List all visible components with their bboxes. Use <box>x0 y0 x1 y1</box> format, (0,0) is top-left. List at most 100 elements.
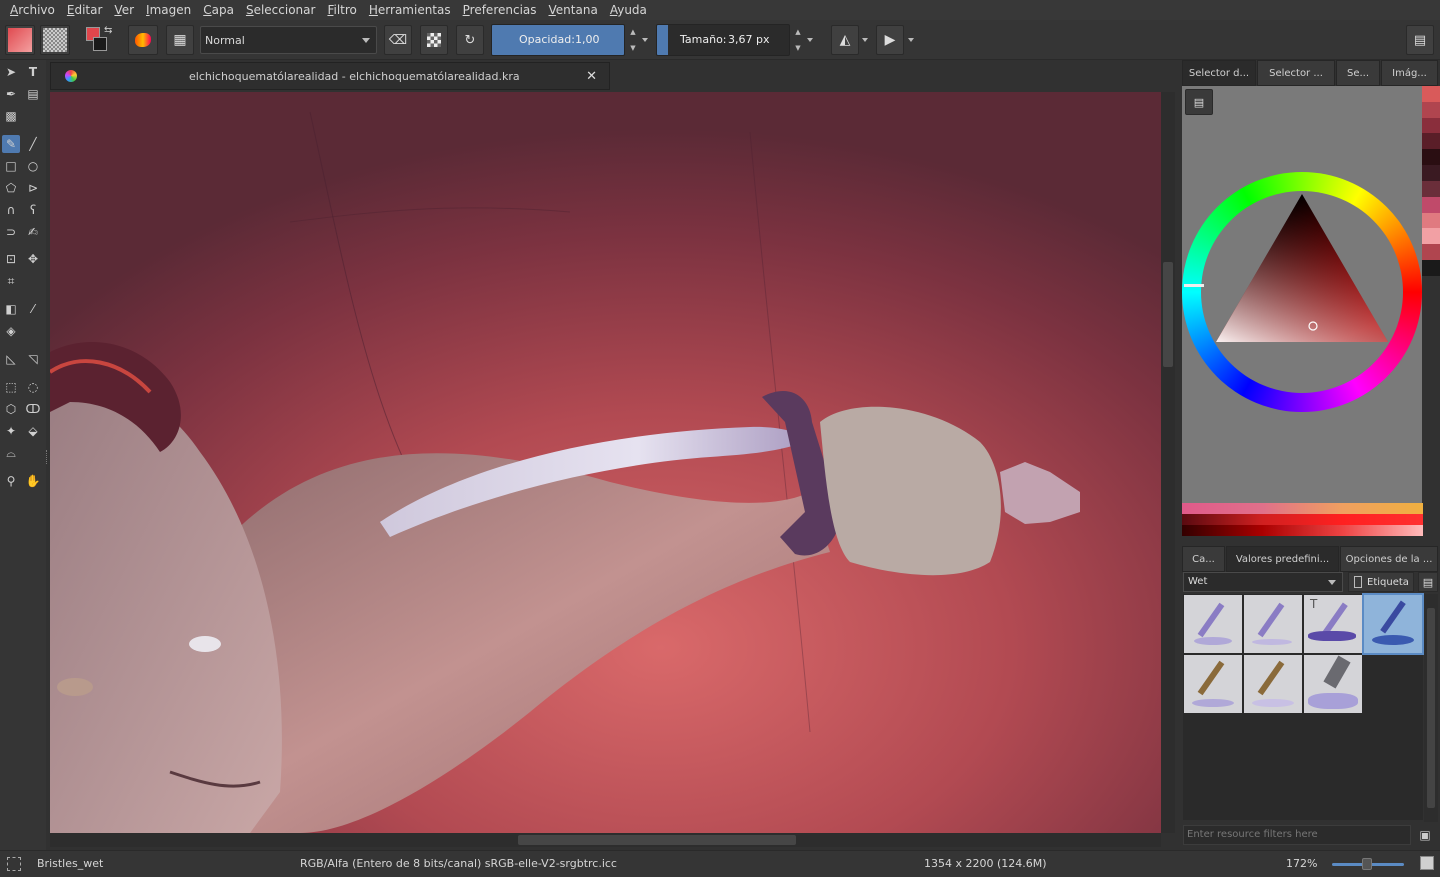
gradient-preset-button[interactable] <box>5 25 35 55</box>
freehand-path-tool-icon[interactable]: ʕ <box>24 201 42 219</box>
blend-mode-select[interactable]: Normal <box>200 26 377 54</box>
assistant-tool-icon[interactable]: ◺ <box>2 350 20 368</box>
brush-preset-tile[interactable] <box>1244 595 1302 653</box>
menu-ver[interactable]: Ver <box>108 0 140 20</box>
contiguous-select-tool-icon[interactable]: ✦ <box>2 422 20 440</box>
ellipse-tool-icon[interactable]: ○ <box>24 157 42 175</box>
menu-herramientas[interactable]: Herramientas <box>363 0 457 20</box>
preset-scrollbar[interactable] <box>1424 594 1438 822</box>
reload-preset-button[interactable]: ↻ <box>456 25 484 55</box>
close-icon[interactable]: ✕ <box>586 69 597 84</box>
canvas-vertical-scrollbar[interactable] <box>1161 92 1175 833</box>
mirror-horizontal-dropdown[interactable] <box>862 38 868 42</box>
preserve-alpha-button[interactable] <box>420 25 448 55</box>
zoom-slider-handle[interactable] <box>1362 858 1372 870</box>
tab-color-selector[interactable]: Selector ... <box>1257 60 1335 86</box>
tag-button[interactable]: Etiqueta <box>1348 572 1414 592</box>
scroll-thumb[interactable] <box>518 835 796 845</box>
selector-settings-button[interactable]: ▤ <box>1185 89 1213 115</box>
scroll-thumb[interactable] <box>1427 608 1435 808</box>
pattern-edit-tool-icon[interactable]: ▩ <box>2 107 20 125</box>
measure-tool-icon[interactable]: ◹ <box>24 350 42 368</box>
move-tool-icon[interactable]: ✥ <box>24 250 42 268</box>
workspace-button[interactable]: ▤ <box>1406 25 1434 55</box>
pixel-grid-icon[interactable] <box>1420 856 1434 870</box>
freehand-brush-tool-icon[interactable]: ✎ <box>2 135 20 153</box>
pan-tool-icon[interactable]: ✋ <box>24 472 42 490</box>
opacity-spinner[interactable]: ▲ ▼ <box>626 24 640 56</box>
tab-brush-categories[interactable]: Ca... <box>1182 546 1225 572</box>
left-splitter[interactable] <box>46 450 49 464</box>
hue-cursor[interactable] <box>1184 284 1204 287</box>
color-swatches[interactable]: ⇆ <box>84 25 116 55</box>
zoom-tool-icon[interactable]: ⚲ <box>2 472 20 490</box>
tab-images[interactable]: Imág... <box>1381 60 1438 86</box>
polygon-tool-icon[interactable]: ⬠ <box>2 179 20 197</box>
text-tool-icon[interactable]: T <box>24 63 42 81</box>
mirror-vertical-dropdown[interactable] <box>908 38 914 42</box>
menu-ayuda[interactable]: Ayuda <box>604 0 653 20</box>
rectangle-tool-icon[interactable]: □ <box>2 157 20 175</box>
color-wheel-triangle[interactable] <box>1182 86 1422 536</box>
opacity-dropdown-icon[interactable] <box>642 38 648 42</box>
menu-imagen[interactable]: Imagen <box>140 0 197 20</box>
brush-preset-tile[interactable] <box>1184 655 1242 713</box>
size-slider[interactable]: Tamaño: 3,67 px <box>656 24 790 56</box>
menu-filtro[interactable]: Filtro <box>321 0 362 20</box>
transform-tool-icon[interactable]: ⊡ <box>2 250 20 268</box>
opacity-slider[interactable]: Opacidad: 1,00 <box>491 24 625 56</box>
swap-colors-icon[interactable]: ⇆ <box>104 25 112 36</box>
tab-brush-presets[interactable]: Valores predefini... <box>1226 546 1339 572</box>
polygon-select-tool-icon[interactable]: ⬡ <box>2 400 20 418</box>
color-history[interactable] <box>1422 86 1440 276</box>
mirror-vertical-button[interactable]: ▶ <box>876 25 904 55</box>
gradient-tool-icon[interactable]: ◧ <box>2 300 20 318</box>
advanced-color-selector[interactable] <box>1182 86 1422 536</box>
brush-presets-button[interactable] <box>128 25 158 55</box>
brush-preset-tile[interactable] <box>1244 655 1302 713</box>
canvas[interactable] <box>50 92 1161 833</box>
brush-preset-tile[interactable]: T <box>1304 595 1362 653</box>
color-picker-tool-icon[interactable]: ⁄ <box>24 300 42 318</box>
menu-archivo[interactable]: Archivo <box>4 0 61 20</box>
line-tool-icon[interactable]: ╱ <box>24 135 42 153</box>
ellipse-select-tool-icon[interactable]: ◌ <box>24 378 42 396</box>
freehand-select-tool-icon[interactable]: ↀ <box>24 400 42 418</box>
canvas-horizontal-scrollbar[interactable] <box>50 833 1161 847</box>
tab-advanced-color-selector[interactable]: Selector d... <box>1182 60 1256 86</box>
menu-capa[interactable]: Capa <box>197 0 240 20</box>
background-color[interactable] <box>93 37 107 51</box>
value-strip[interactable] <box>1182 525 1423 536</box>
document-tab[interactable]: elchichoquematólarealidad - elchichoquem… <box>50 62 610 90</box>
pattern-button[interactable] <box>40 25 70 55</box>
menu-seleccionar[interactable]: Seleccionar <box>240 0 322 20</box>
save-icon[interactable]: ▣ <box>1414 825 1436 845</box>
bezier-tool-icon[interactable]: ∩ <box>2 201 20 219</box>
scroll-thumb[interactable] <box>1163 262 1173 367</box>
bezier-select-tool-icon[interactable]: ⌓ <box>2 444 20 462</box>
select-shapes-tool-icon[interactable]: ➤ <box>2 63 20 81</box>
preset-view-button[interactable]: ▤ <box>1418 572 1438 592</box>
menu-editar[interactable]: Editar <box>61 0 109 20</box>
brush-preset-tile-selected[interactable] <box>1362 593 1424 655</box>
crop-tool-icon[interactable]: ⌗ <box>2 272 20 290</box>
menu-preferencias[interactable]: Preferencias <box>457 0 543 20</box>
menu-ventana[interactable]: Ventana <box>543 0 604 20</box>
brush-editor-button[interactable]: ▦ <box>166 25 194 55</box>
brush-preset-tile[interactable] <box>1184 595 1242 653</box>
selection-icon[interactable] <box>7 857 21 871</box>
tab-tool-options[interactable]: Opciones de la ... <box>1340 546 1438 572</box>
multibrush-tool-icon[interactable]: ✍ <box>24 223 42 241</box>
rect-select-tool-icon[interactable]: ⬚ <box>2 378 20 396</box>
tab-specific-selector[interactable]: Se... <box>1336 60 1380 86</box>
fill-tool-icon[interactable]: ◈ <box>2 322 20 340</box>
dynamic-brush-tool-icon[interactable]: ⊃ <box>2 223 20 241</box>
mirror-horizontal-button[interactable]: ◭ <box>831 25 859 55</box>
gradient-edit-tool-icon[interactable]: ▤ <box>24 85 42 103</box>
similar-select-tool-icon[interactable]: ⬙ <box>24 422 42 440</box>
resource-filter-input[interactable]: Enter resource filters here <box>1183 825 1411 845</box>
saturation-strip[interactable] <box>1182 514 1423 525</box>
size-spinner[interactable]: ▲ ▼ <box>791 24 805 56</box>
brush-preset-tile[interactable] <box>1304 655 1362 713</box>
preset-tag-select[interactable]: Wet <box>1183 572 1343 592</box>
